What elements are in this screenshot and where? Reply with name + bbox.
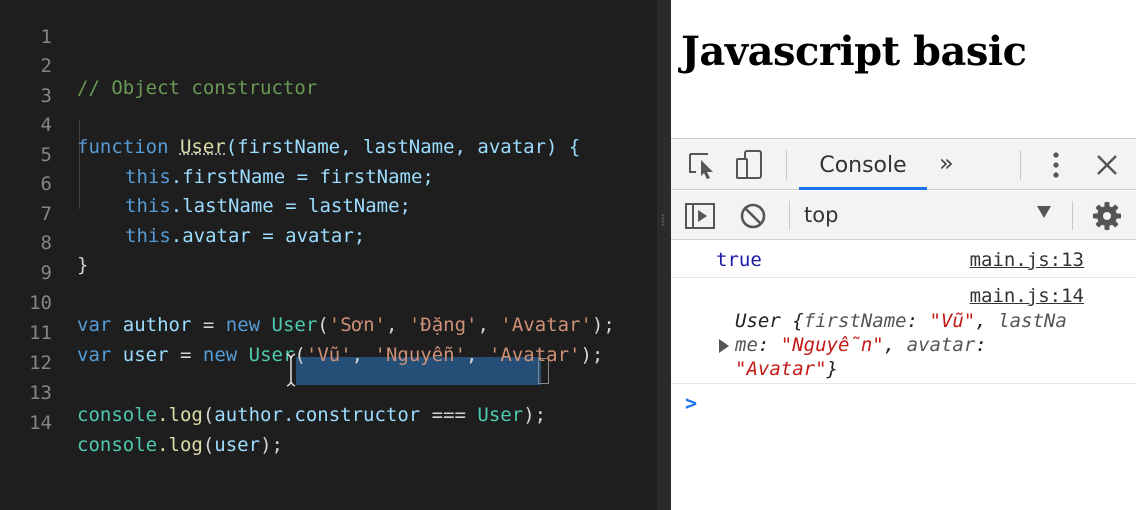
pane-splitter[interactable]: ⁞ (657, 0, 671, 510)
code-line-14[interactable]: 14 console.log(user); (0, 386, 657, 456)
execution-context-value: top (804, 203, 839, 227)
device-toolbar-icon[interactable] (733, 148, 767, 182)
line-number: 14 (29, 412, 52, 434)
toolbar-divider (1020, 150, 1021, 180)
object-key: lastNa (998, 310, 1067, 332)
object-key: avatar (906, 334, 976, 356)
code-line-4[interactable]: 4 function User(firstName, lastName, ava… (0, 88, 657, 158)
page-heading: Javascript basic (681, 28, 1027, 75)
toolbar-divider (789, 201, 790, 230)
tab-console[interactable]: Console (799, 139, 927, 190)
object-colon: : (975, 334, 987, 356)
source-link[interactable]: main.js:13 (970, 249, 1084, 271)
object-class-name: User { (735, 310, 804, 332)
code-line-9[interactable]: 9 (0, 236, 657, 284)
paren-open: ( (202, 434, 215, 456)
code-line-10[interactable]: 10 var author = new User('Sơn', 'Đặng', … (0, 266, 657, 336)
object-key: me (735, 334, 758, 356)
code-line-2[interactable]: 2 // Object constructor (0, 29, 657, 99)
console-toolbar: top (671, 191, 1136, 240)
kebab-menu-icon[interactable] (1039, 148, 1073, 182)
dropdown-arrow-icon (1037, 206, 1051, 218)
execution-context-select[interactable]: top (804, 191, 1051, 240)
code-editor[interactable]: 1 2 // Object constructor 3 4 function U… (0, 0, 657, 510)
active-tab-indicator (799, 187, 927, 190)
gear-icon[interactable] (1090, 199, 1124, 233)
browser-preview: Javascript basic Console » top true main… (671, 0, 1136, 510)
toolbar-divider (1072, 201, 1073, 230)
object-value: "Avatar" (735, 358, 827, 380)
source-link[interactable]: main.js:14 (970, 285, 1084, 307)
variable-user: user (214, 434, 261, 456)
splitter-grip-icon[interactable]: ⁞ (660, 210, 668, 234)
clear-console-icon[interactable] (736, 199, 770, 233)
console-prompt-icon[interactable]: > (685, 391, 697, 415)
toolbar-divider (786, 150, 787, 180)
object-console: console (77, 434, 158, 456)
object-value: "Vũ" (929, 310, 976, 332)
code-line-12[interactable]: 12 (0, 326, 657, 374)
object-colon: : (757, 334, 781, 356)
code-line-6[interactable]: 6 this.lastName = lastName; (0, 147, 657, 217)
object-close-brace: } (826, 358, 838, 380)
object-separator: , (883, 334, 907, 356)
object-preview: "Avatar"} (735, 357, 838, 381)
tab-console-label: Console (819, 153, 907, 178)
code-line-8[interactable]: 8 } (0, 206, 657, 276)
paren-close: ); (260, 434, 283, 456)
object-value: "Nguyễn" (780, 334, 884, 356)
show-sidebar-icon[interactable] (683, 199, 717, 233)
close-icon[interactable] (1090, 148, 1124, 182)
console-message[interactable]: main.js:14 User {firstName: "Vũ", lastNa… (671, 279, 1136, 384)
more-tabs-button[interactable]: » (939, 149, 954, 177)
object-colon: : (906, 310, 930, 332)
code-line-11[interactable]: 11 var user = new User('Vũ', 'Nguyễn', '… (0, 296, 657, 366)
method-log: .log (157, 434, 203, 456)
code-line-7[interactable]: 7 this.avatar = avatar; (0, 177, 657, 247)
log-value-boolean: true (716, 249, 762, 271)
text-cursor-icon (286, 353, 296, 387)
inspect-element-icon[interactable] (685, 148, 719, 182)
devtools-tab-bar: Console » (671, 139, 1136, 190)
devtools-panel: Console » top true main.js:13 main.js:14… (671, 138, 1136, 510)
console-message[interactable]: true main.js:13 (671, 241, 1136, 278)
object-preview: User {firstName: "Vũ", lastNa (735, 309, 1067, 333)
object-key: firstName (803, 310, 907, 332)
code-line-5[interactable]: 5 this.firstName = firstName; (0, 118, 657, 188)
object-separator: , (975, 310, 999, 332)
code-line-3[interactable]: 3 (0, 59, 657, 107)
expand-object-icon[interactable] (719, 339, 729, 353)
object-preview: me: "Nguyễn", avatar: (735, 333, 987, 357)
code-line-13[interactable]: 13 console.log(author.constructor === Us… (0, 356, 657, 426)
code-line-1[interactable]: 1 (0, 0, 657, 48)
